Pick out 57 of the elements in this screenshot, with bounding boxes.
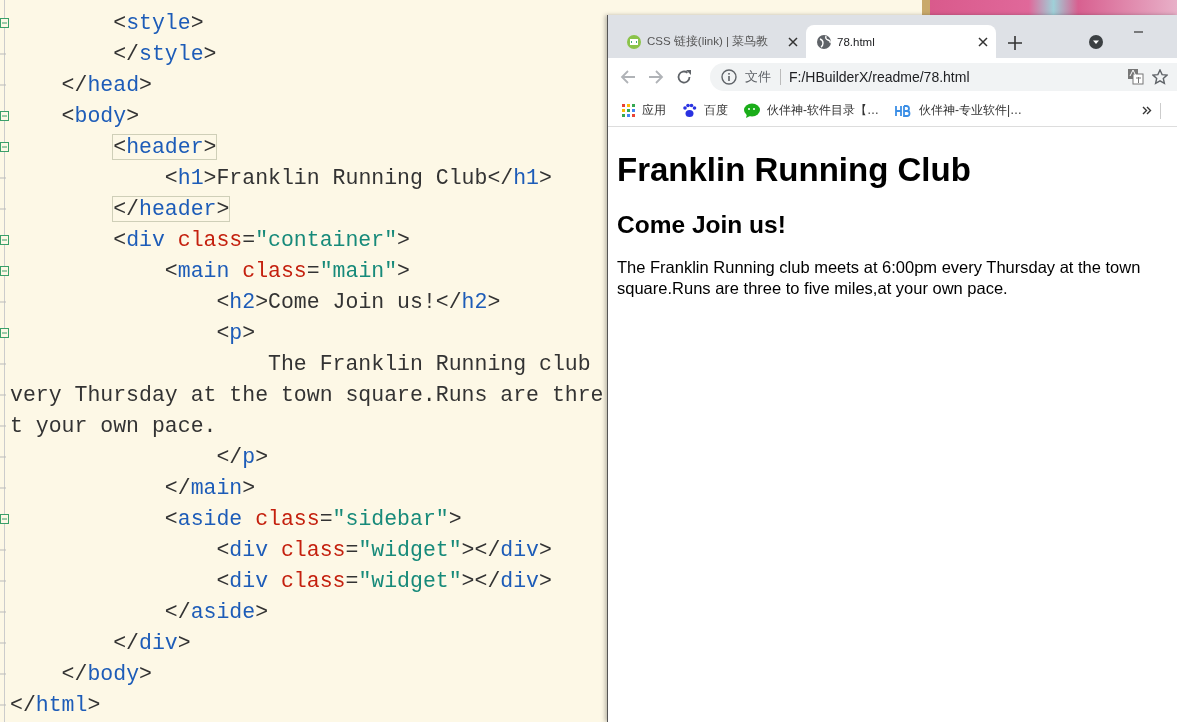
code-line: <h2>Come Join us!</h2> xyxy=(215,289,501,316)
code-line: <p> xyxy=(215,320,256,347)
bookmark-link[interactable]: 伙伴神-软件目录【… xyxy=(767,102,879,119)
code-line: </p> xyxy=(215,444,269,471)
close-icon[interactable] xyxy=(788,36,798,47)
code-line: <div class="widget"></div> xyxy=(215,537,552,564)
info-icon[interactable] xyxy=(721,68,737,85)
browser-tab[interactable]: CSS 链接(link) | 菜鸟教 xyxy=(616,25,806,58)
code-line: <h1>Franklin Running Club</h1> xyxy=(163,165,552,192)
code-line: </body> xyxy=(60,661,152,688)
address-bar[interactable]: 文件 F:/HBuilderX/readme/78.html xyxy=(710,62,1177,91)
translate-icon[interactable] xyxy=(1127,68,1144,85)
fold-icon[interactable] xyxy=(0,328,9,338)
code-line: The Franklin Running club xyxy=(267,351,591,378)
paw-icon xyxy=(682,103,697,118)
fold-icon[interactable] xyxy=(0,142,9,152)
code-line: very Thursday at the town square.Runs are thre xyxy=(10,382,604,409)
page-subheading: Come Join us! xyxy=(617,211,787,239)
fold-icon[interactable] xyxy=(0,18,9,28)
bookmark-link[interactable]: 应用 xyxy=(642,102,666,119)
chevron-icon[interactable] xyxy=(1142,106,1152,115)
code-line: </head> xyxy=(60,72,152,99)
code-line: <aside class="sidebar"> xyxy=(163,506,462,533)
code-line: <div class="widget"></div> xyxy=(215,568,552,595)
code-line: </main> xyxy=(163,475,256,502)
hb-logo-icon xyxy=(895,103,912,118)
security-label: 文件 xyxy=(745,68,781,85)
code-line: </aside> xyxy=(163,599,269,626)
dropdown-icon[interactable] xyxy=(1088,34,1104,50)
code-line: </html> xyxy=(10,692,101,719)
fold-icon[interactable] xyxy=(0,266,9,276)
bookmark-link[interactable]: 伙伴神-专业软件|… xyxy=(919,102,1023,119)
page-paragraph: The Franklin Running club meets at 6:00pm every Thursday at the town square.Runs are three to five miles,at your own pace. xyxy=(617,257,1142,299)
fold-icon[interactable] xyxy=(0,111,9,121)
fold-icon[interactable] xyxy=(0,235,9,245)
star-icon[interactable] xyxy=(1152,68,1168,85)
browser-tab[interactable]: 78.html xyxy=(806,25,996,58)
code-icon xyxy=(626,33,642,50)
reload-icon[interactable] xyxy=(676,68,692,85)
code-line: <main class="main"> xyxy=(163,258,410,285)
close-icon[interactable] xyxy=(978,36,988,47)
chat-bubble-icon xyxy=(744,102,760,119)
code-line: t your own pace. xyxy=(10,413,217,440)
bookmark-link[interactable]: 百度 xyxy=(704,102,728,119)
code-line: <style> xyxy=(112,10,204,37)
code-line: <header> xyxy=(112,134,217,161)
url-text: F:/HBuilderX/readme/78.html xyxy=(789,68,971,85)
code-line: </header> xyxy=(112,196,230,223)
code-line: </style> xyxy=(112,41,217,68)
globe-icon xyxy=(816,33,832,50)
apps-grid-icon xyxy=(622,104,635,117)
code-line: </div> xyxy=(112,630,191,657)
page-heading: Franklin Running Club xyxy=(617,151,972,189)
code-line: <div class="container"> xyxy=(112,227,410,254)
code-line: <body> xyxy=(60,103,140,130)
plus-icon[interactable] xyxy=(1008,36,1022,50)
fold-icon[interactable] xyxy=(0,514,9,524)
